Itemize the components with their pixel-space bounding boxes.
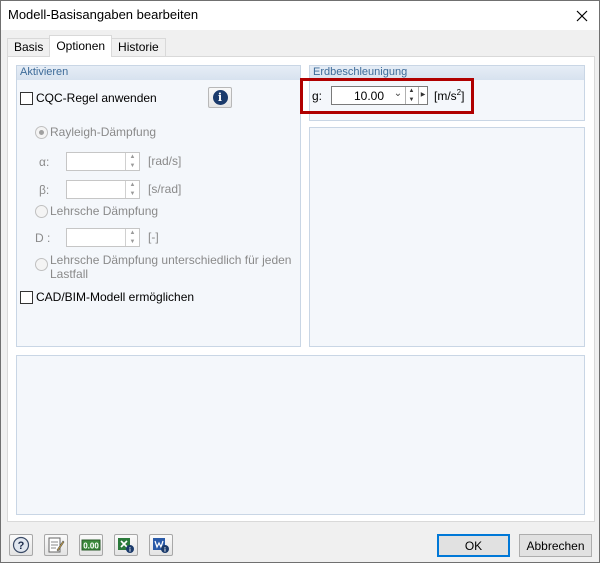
g-label: g: [312,89,323,103]
help-icon: ? [12,536,30,554]
help-button[interactable]: ? [9,534,33,556]
lehrsche-lf-label-2: Lastfall [50,267,89,281]
spin-up-icon[interactable]: ▲ [406,87,417,96]
close-icon [576,10,588,21]
spin-up-icon[interactable]: ▲ [126,229,139,238]
cadbim-label: CAD/BIM-Modell ermöglichen [36,290,195,304]
g-value-input[interactable]: 10.00 ⌄ ▲ ▼ ▶ [331,86,428,105]
g-value: 10.00 [353,89,384,103]
g-dropdown-icon[interactable]: ⌄ [391,88,405,104]
aktivieren-header: Aktivieren [17,66,300,80]
window-title: Modell-Basisangaben bearbeiten [8,7,199,22]
excel-info-button[interactable]: i [114,534,138,556]
document-info-button[interactable]: i [149,534,173,556]
tab-optionen[interactable]: Optionen [49,35,113,57]
cqc-label: CQC-Regel anwenden [36,91,157,105]
d-input[interactable]: ▲ ▼ [66,228,140,247]
aktivieren-group: Aktivieren CQC-Regel anwenden i Rayleigh… [16,65,301,347]
info-button[interactable]: i [208,87,232,108]
beta-unit: [s/rad] [148,182,182,196]
close-button[interactable] [565,1,599,30]
lehrsche-lf-label-1: Lehrsche Dämpfung unterschiedlich für je… [50,253,292,267]
title-bar: Modell-Basisangaben bearbeiten [1,1,599,30]
alpha-unit: [rad/s] [148,154,182,168]
dialog-window: Modell-Basisangaben bearbeiten Basis Opt… [0,0,600,563]
options-panel: Aktivieren CQC-Regel anwenden i Rayleigh… [7,56,595,522]
cqc-checkbox[interactable] [20,92,33,105]
right-empty-panel [309,127,585,347]
excel-info-icon: i [118,538,134,554]
units-icon: 0.00 [81,539,101,551]
alpha-input[interactable]: ▲ ▼ [66,152,140,171]
spin-down-icon[interactable]: ▼ [126,162,139,171]
g-arrow-right-icon[interactable]: ▶ [418,87,427,104]
g-spin-buttons: ▲ ▼ [405,87,417,104]
beta-input[interactable]: ▲ ▼ [66,180,140,199]
lehrsche-lf-radio[interactable] [35,258,48,271]
alpha-label: α: [39,155,50,169]
units-button[interactable]: 0.00 [79,534,103,556]
cadbim-checkbox[interactable] [20,291,33,304]
rayleigh-label: Rayleigh-Dämpfung [50,125,157,139]
tab-strip: Basis Optionen Historie [7,35,166,57]
svg-text:0.00: 0.00 [83,542,99,551]
rayleigh-radio[interactable] [35,126,48,139]
spin-up-icon[interactable]: ▲ [126,153,139,162]
tab-basis[interactable]: Basis [7,38,51,56]
spin-down-icon[interactable]: ▼ [406,96,417,105]
ok-button[interactable]: OK [437,534,510,557]
edit-icon [48,537,65,553]
bottom-empty-panel [16,355,585,515]
info-icon: i [212,90,228,105]
spin-down-icon[interactable]: ▼ [126,190,139,199]
d-unit: [-] [148,230,159,244]
spin-down-icon[interactable]: ▼ [126,238,139,247]
spin-up-icon[interactable]: ▲ [126,181,139,190]
d-label: D : [35,231,51,245]
lehrsche-label: Lehrsche Dämpfung [50,204,159,218]
g-unit: [m/s2] [434,88,465,103]
svg-text:?: ? [18,540,25,552]
cancel-button[interactable]: Abbrechen [519,534,592,557]
edit-button[interactable] [44,534,68,556]
tab-historie[interactable]: Historie [111,38,166,56]
document-info-icon: i [153,538,169,554]
beta-label: β: [39,183,50,197]
lehrsche-radio[interactable] [35,205,48,218]
